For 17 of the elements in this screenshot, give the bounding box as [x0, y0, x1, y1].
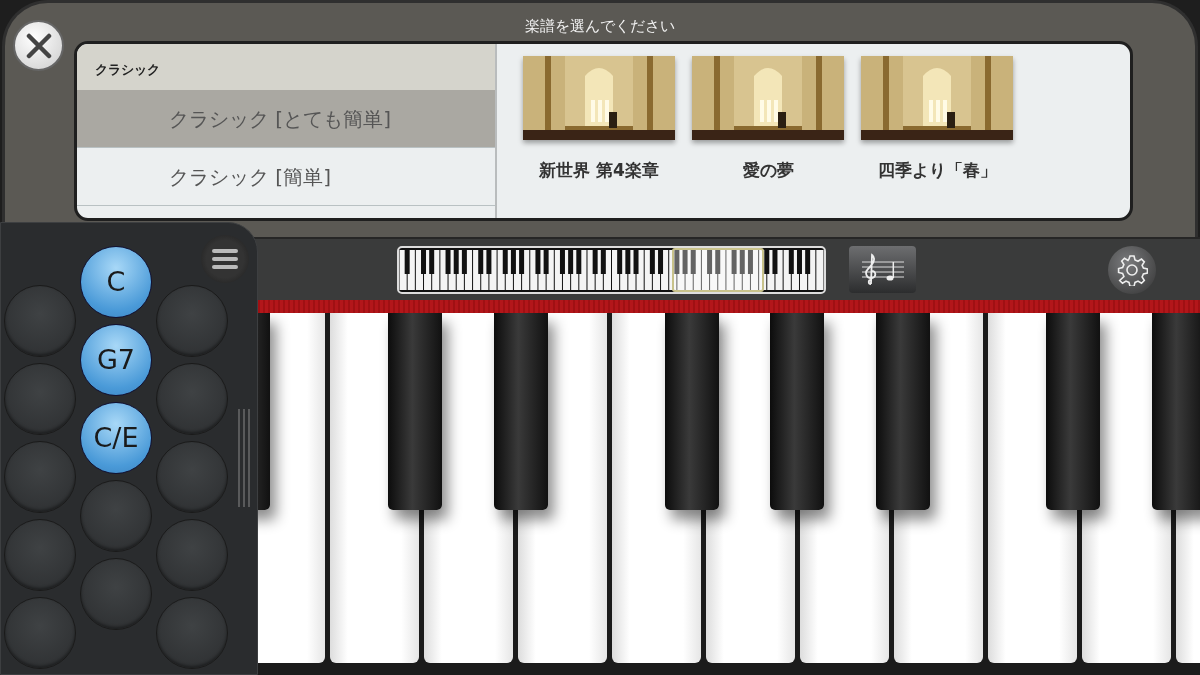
settings-icon — [1116, 253, 1148, 286]
dialog-title: 楽譜を選んでください — [524, 16, 676, 37]
menu-icon — [212, 248, 238, 270]
close-icon — [25, 32, 52, 59]
chord-button[interactable]: C — [80, 246, 152, 318]
category-item[interactable]: クラシック [簡単] — [77, 148, 495, 206]
song-title[interactable]: 四季より「春」 — [877, 158, 997, 184]
chord-button[interactable]: G7 — [80, 324, 152, 396]
song-title[interactable]: 愛の夢 — [742, 158, 794, 184]
section-header: クラシック — [77, 44, 495, 90]
staff-icon — [859, 252, 906, 287]
grip-handle[interactable] — [237, 409, 251, 507]
score-button[interactable] — [849, 246, 916, 293]
settings-button[interactable] — [1108, 245, 1156, 294]
chord-button[interactable]: C/E — [80, 402, 152, 474]
song-title[interactable]: 新世界 第4楽章 — [539, 158, 659, 184]
range-thumb[interactable] — [671, 247, 764, 292]
